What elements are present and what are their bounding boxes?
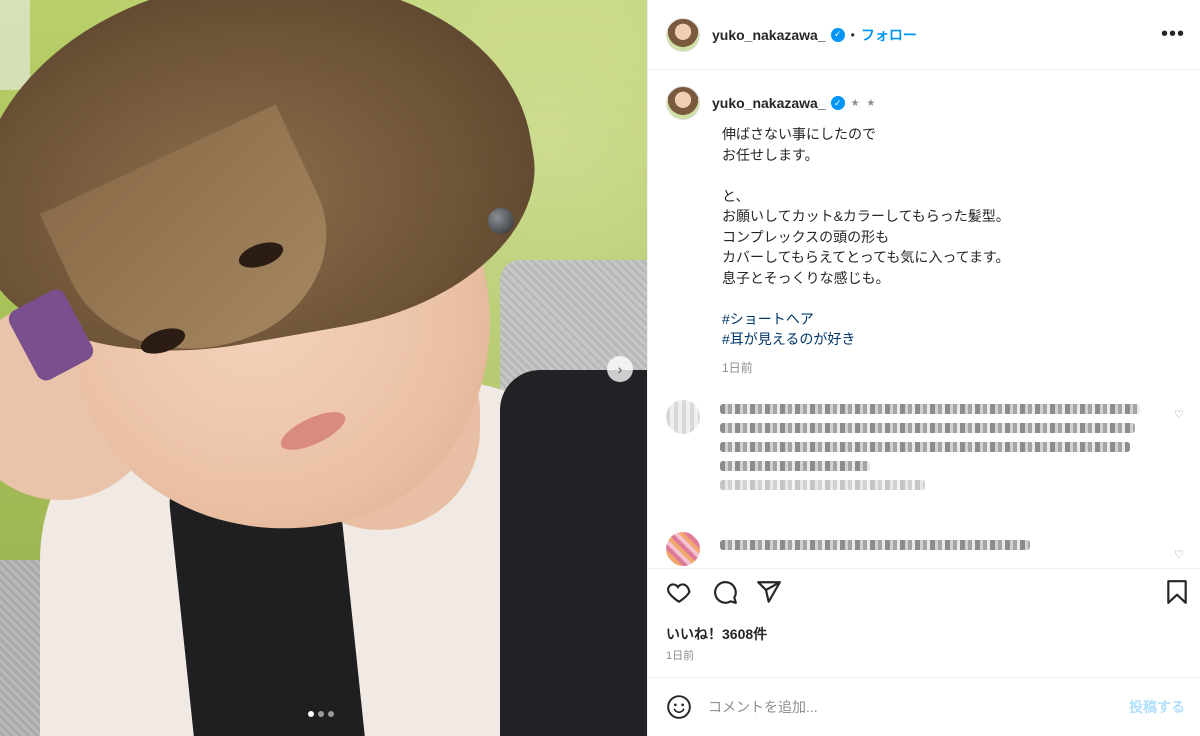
post-header: yuko_nakazawa_ ✓ • フォロー •••: [648, 0, 1200, 70]
carousel-dot-2: [318, 711, 324, 717]
comment-blurred-line: [720, 442, 1130, 452]
carousel-dot-3: [328, 711, 334, 717]
comment-body-pixelated: [720, 532, 1150, 566]
share-icon[interactable]: [756, 579, 782, 605]
caption-line: 伸ばさない事にしたので: [722, 126, 876, 142]
chevron-right-icon: ›: [617, 361, 623, 377]
action-bar: [648, 568, 1200, 614]
likes-count[interactable]: いいね！3608件: [666, 624, 767, 644]
comment-avatar[interactable]: [666, 532, 700, 566]
post-comment-button[interactable]: 投稿する: [1129, 697, 1185, 717]
caption-time: 1日前: [722, 360, 753, 375]
caption-line: 息子とそっくりな感じも。: [722, 269, 890, 286]
comment-bar: 投稿する: [648, 677, 1200, 736]
comment-like-icon[interactable]: ♡: [1174, 548, 1186, 561]
caption-line-blank: [722, 288, 1186, 309]
comment-body-pixelated: [720, 400, 1150, 499]
photo-frame-edge: [0, 0, 30, 90]
comment-like-icon[interactable]: ♡: [1174, 408, 1186, 421]
header-separator: •: [850, 27, 855, 42]
caption-stars: ★ ★: [850, 97, 878, 109]
comment-blurred-line: [720, 404, 1140, 414]
caption-avatar[interactable]: [666, 86, 700, 120]
comment-blurred-line: [720, 423, 1135, 433]
heart-icon[interactable]: [666, 579, 692, 605]
post-photo[interactable]: ›: [0, 0, 647, 736]
photo-earring: [488, 208, 514, 234]
carousel-dot-1: [308, 711, 314, 717]
comment-blurred-meta: [720, 480, 925, 490]
carousel-dots: [308, 711, 334, 717]
hashtag-link[interactable]: #耳が見えるのが好き: [722, 329, 1186, 350]
caption: yuko_nakazawa_ ✓ ★ ★ 伸ばさない事にしたので お任せします。…: [666, 86, 1186, 376]
follow-button[interactable]: フォロー: [861, 25, 917, 45]
caption-line: コンプレックスの頭の形も: [722, 228, 890, 245]
comment-icon[interactable]: [712, 579, 738, 605]
avatar[interactable]: [666, 17, 700, 52]
post-timestamp: 1日前: [666, 650, 695, 662]
more-options-icon[interactable]: •••: [1161, 24, 1185, 44]
comment-input[interactable]: [708, 699, 1088, 715]
comment-item[interactable]: ♡: [666, 400, 1186, 499]
caption-line: お任せします。: [722, 146, 819, 163]
caption-line: カバーしてもらえてとっても気に入ってます。: [722, 249, 1010, 265]
comment-item[interactable]: ♡: [666, 532, 1186, 566]
post-side-panel: yuko_nakazawa_ ✓ • フォロー ••• yuko_nakazaw…: [647, 0, 1200, 736]
hashtag-link[interactable]: #ショートヘア: [722, 309, 1186, 330]
caption-line: お願いしてカット&カラーしてもらった髪型。: [722, 208, 1010, 224]
caption-username[interactable]: yuko_nakazawa_: [712, 95, 826, 111]
comment-blurred-line: [720, 540, 1030, 550]
photo-vest-right: [500, 370, 647, 736]
next-photo-button[interactable]: ›: [607, 356, 633, 382]
smiley-icon[interactable]: [666, 694, 692, 720]
comment-blurred-line: [720, 461, 870, 471]
verified-badge-icon: ✓: [830, 96, 845, 110]
verified-badge-icon: ✓: [830, 27, 845, 42]
header-username[interactable]: yuko_nakazawa_: [712, 27, 826, 43]
caption-line: と、: [722, 187, 750, 204]
caption-text: 伸ばさない事にしたので お任せします。 と、 お願いしてカット&カラーしてもらっ…: [722, 124, 1186, 350]
bookmark-icon[interactable]: [1164, 579, 1190, 605]
comment-avatar[interactable]: [666, 400, 700, 434]
caption-line-blank: [722, 165, 1186, 186]
